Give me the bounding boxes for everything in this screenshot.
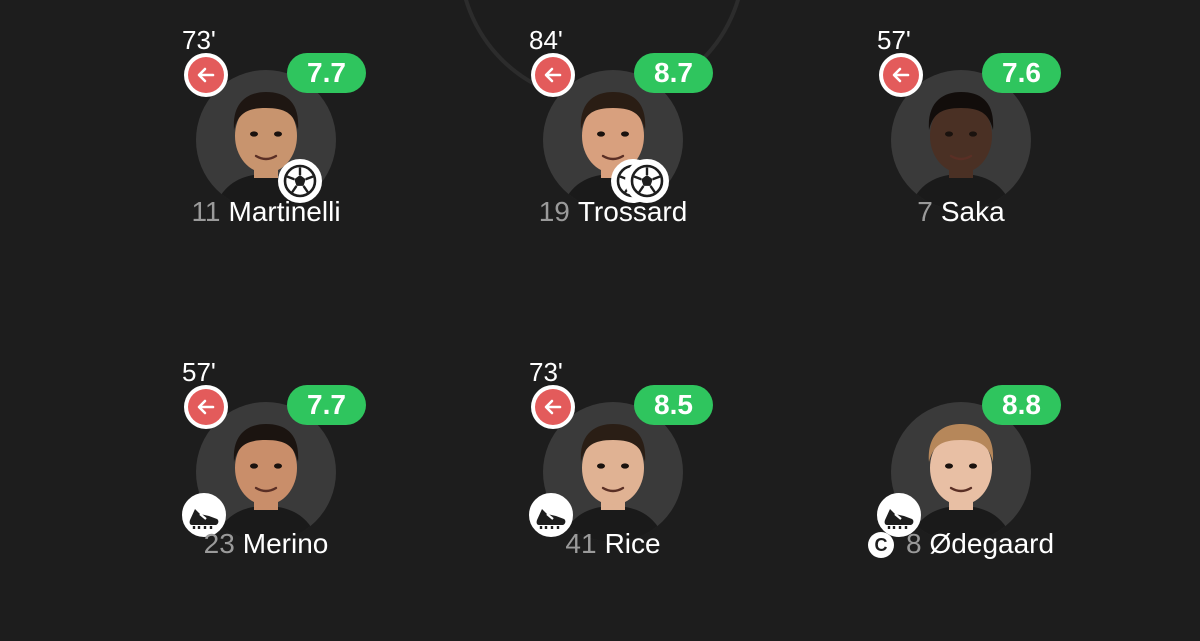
subbed-off-icon [184,53,228,97]
player-rating: 7.6 [982,53,1061,93]
player-card-trossard[interactable]: 84' 8.7 19 Trossard [529,25,836,265]
player-name: Saka [940,196,1005,227]
player-card-merino[interactable]: 57' 7.7 23 Merino [182,357,489,597]
substitution-time: 57' [877,25,911,55]
player-number: 41 [565,528,597,559]
player-number: 11 [191,196,221,227]
player-name-row: 11 Martinelli [109,195,423,229]
substitution-time: 57' [182,357,216,387]
subbed-off-icon [184,385,228,429]
player-card-saka[interactable]: 57' 7.6 7 Saka [877,25,1184,265]
player-number: 19 [538,196,570,227]
captain-badge: C [867,532,894,558]
player-card-odegaard[interactable]: 8.8 C 8 Ødegaard [867,357,1184,597]
player-name: Martinelli [228,196,341,227]
subbed-off-icon [531,385,575,429]
subbed-off-icon [531,53,575,97]
player-name-row: 41 Rice [456,527,770,561]
player-name-row: 23 Merino [109,527,423,561]
player-rating: 8.5 [634,385,713,425]
player-rating: 8.7 [634,53,713,93]
subbed-off-icon [879,53,923,97]
player-number: 7 [917,196,933,227]
player-number: 23 [203,528,235,559]
substitution-time: 84' [529,25,563,55]
substitution-time: 73' [182,25,216,55]
player-card-martinelli[interactable]: 73' 7.7 11 Martinelli [182,25,489,265]
player-name: Trossard [577,196,688,227]
player-card-rice[interactable]: 73' 8.5 41 Rice [529,357,836,597]
player-number: 8 [905,528,922,559]
player-rating: 7.7 [287,385,366,425]
player-name-row: C 8 Ødegaard [804,527,1118,561]
substitution-time: 73' [529,357,563,387]
player-name: Merino [242,528,329,559]
player-name-row: 7 Saka [804,195,1118,229]
player-name: Ødegaard [929,528,1055,559]
player-rating: 7.7 [287,53,366,93]
player-name: Rice [604,528,661,559]
player-name-row: 19 Trossard [456,195,770,229]
player-rating: 8.8 [982,385,1061,425]
